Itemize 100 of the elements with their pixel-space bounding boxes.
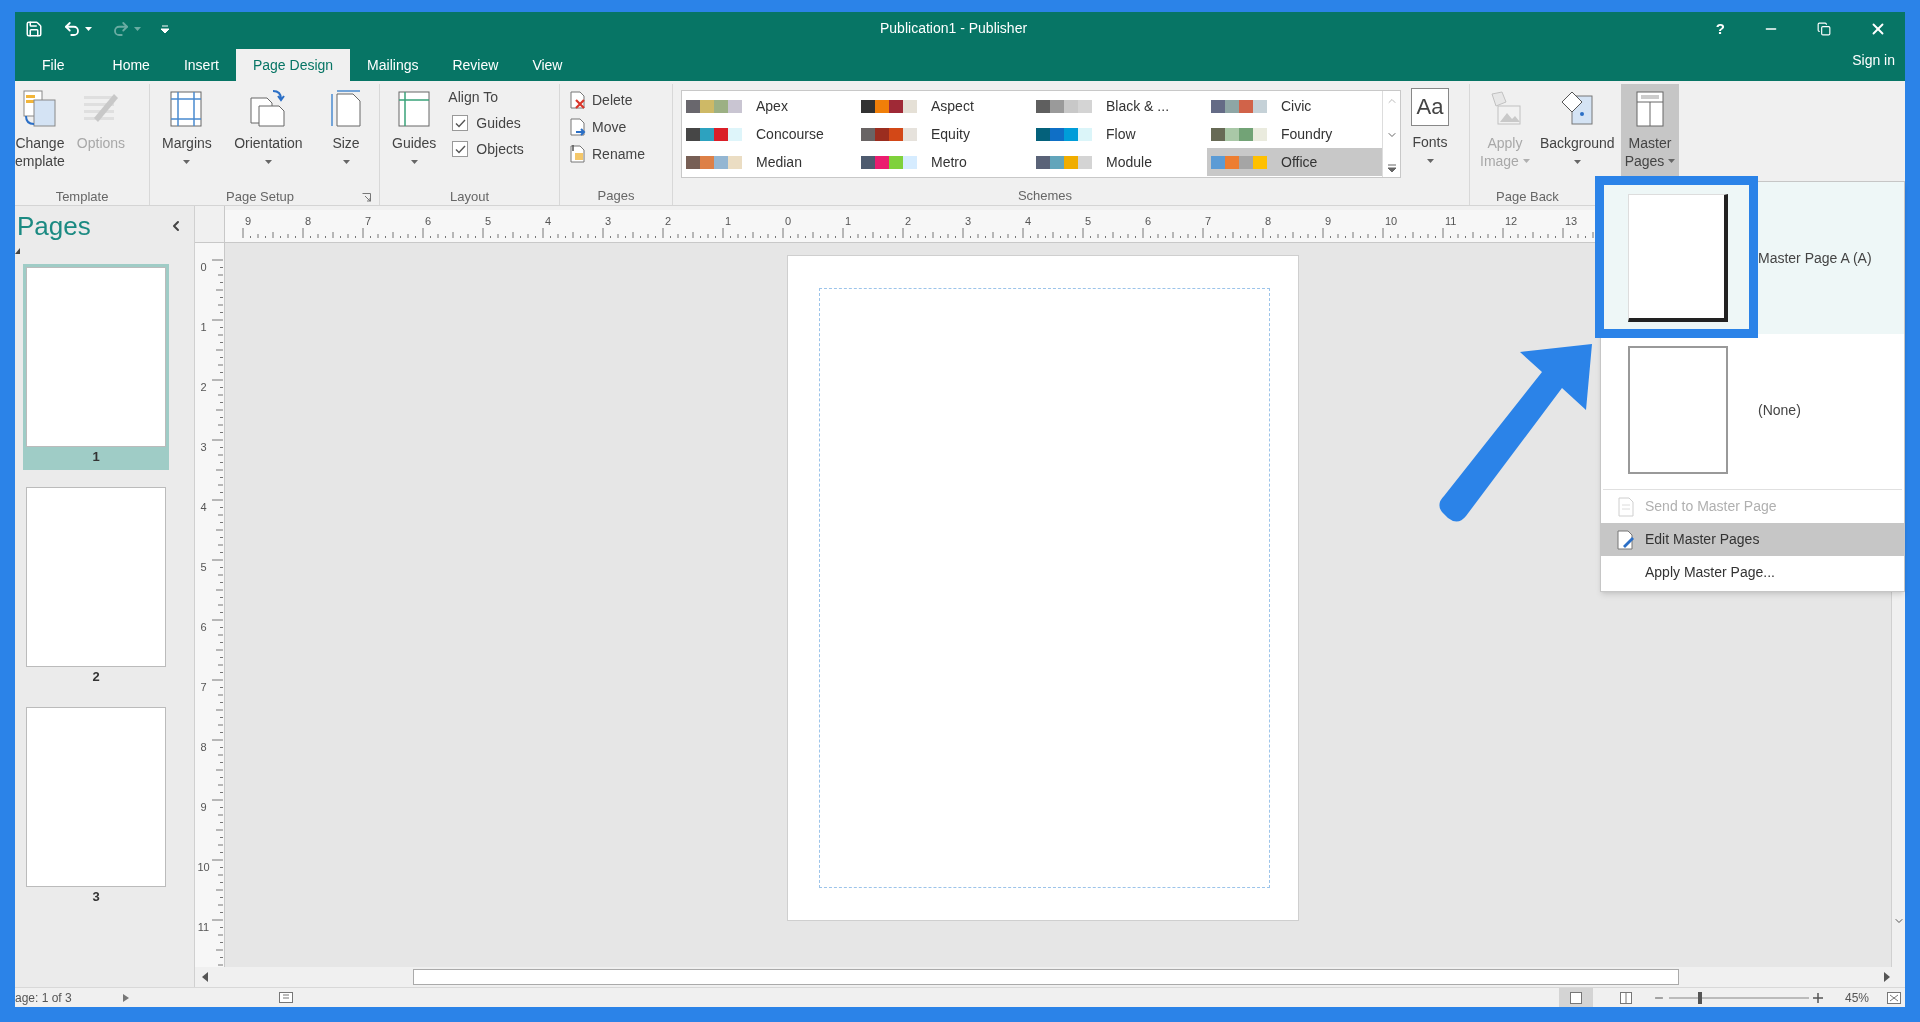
ruler-number: 2 xyxy=(905,215,913,228)
ribbon-tab[interactable]: Review xyxy=(435,49,516,81)
ruler-number: 1 xyxy=(845,215,853,228)
ruler-number: 3 xyxy=(200,441,207,455)
ruler-number: 9 xyxy=(200,801,207,815)
ribbon-button[interactable]: Size xyxy=(321,84,371,188)
ruler-number: 2 xyxy=(200,381,207,395)
checkbox[interactable] xyxy=(452,141,469,157)
ribbon-tab[interactable]: Insert xyxy=(166,49,236,81)
color-scheme-option[interactable]: Aspect xyxy=(857,92,1032,120)
color-scheme-option[interactable]: Median xyxy=(682,148,857,176)
group-label: Page Setup xyxy=(225,188,295,206)
ruler-number: 4 xyxy=(545,215,553,228)
ruler-number: 0 xyxy=(200,261,207,275)
scroll-left-icon[interactable] xyxy=(201,972,209,982)
ruler-number: 8 xyxy=(200,741,207,755)
ruler-number: 12 xyxy=(1505,215,1519,228)
ribbon-button[interactable]: Guides xyxy=(388,84,441,188)
ribbon-button[interactable]: Orientation xyxy=(230,84,307,188)
align-to-label: Align To xyxy=(448,88,499,106)
pages-panel-title: Pages xyxy=(17,213,91,239)
ribbon-button[interactable]: Change emplate xyxy=(15,84,69,188)
ruler-number: 9 xyxy=(245,215,253,228)
ruler-number: 7 xyxy=(1205,215,1213,228)
master-page-option[interactable]: Master Page A (A) xyxy=(1601,182,1904,334)
scrollbar-thumb[interactable] xyxy=(413,969,1679,985)
group-label: Template xyxy=(54,188,110,206)
expand-triangle-icon xyxy=(15,248,20,254)
ruler-number: 6 xyxy=(200,621,207,635)
ribbon-tab[interactable]: View xyxy=(515,49,580,81)
sign-in-link[interactable]: Sign in xyxy=(1852,50,1905,81)
zoom-level[interactable]: 45% xyxy=(1844,991,1869,1004)
ribbon-small-button[interactable]: Move xyxy=(568,117,664,137)
ruler-number: 6 xyxy=(1145,215,1153,228)
color-scheme-option[interactable]: Metro xyxy=(857,148,1032,176)
scroll-right-icon[interactable] xyxy=(1883,972,1891,982)
ruler-number: 10 xyxy=(197,861,210,875)
group-label: Page Back xyxy=(1495,188,1560,206)
checkbox[interactable] xyxy=(452,115,469,131)
group-label: Schemes xyxy=(1016,187,1074,205)
restore-icon[interactable] xyxy=(1817,21,1831,36)
undo-icon[interactable] xyxy=(63,19,81,38)
move-page-icon xyxy=(568,117,588,137)
ruler-number: 3 xyxy=(605,215,613,228)
help-button[interactable]: ? xyxy=(1715,21,1725,36)
master-page-option[interactable]: (None) xyxy=(1601,334,1904,486)
color-scheme-option[interactable]: Apex xyxy=(682,92,857,120)
ruler-number: 8 xyxy=(1265,215,1273,228)
zoom-slider-thumb[interactable] xyxy=(1697,991,1702,1004)
color-scheme-option[interactable]: Civic xyxy=(1207,92,1382,120)
dialog-launcher-icon[interactable] xyxy=(362,192,371,202)
ruler-number: 6 xyxy=(425,215,433,228)
group-label: Pages xyxy=(596,187,636,205)
menu-item[interactable]: Edit Master Pages xyxy=(1601,523,1904,556)
ruler-number: 1 xyxy=(725,215,733,228)
rename-page-icon xyxy=(568,144,588,164)
two-page-icon xyxy=(1619,991,1632,1004)
ruler-number: 13 xyxy=(1565,215,1579,228)
play-icon[interactable] xyxy=(123,993,129,1002)
edit-page-icon xyxy=(1617,529,1635,550)
ruler-number: 7 xyxy=(365,215,373,228)
ruler-number: 0 xyxy=(785,215,793,228)
normal-view-button[interactable] xyxy=(1558,988,1593,1007)
ribbon-button[interactable]: Margins xyxy=(158,84,216,188)
ruler-number: 8 xyxy=(305,215,313,228)
ruler-number: 3 xyxy=(965,215,973,228)
ruler-number: 11 xyxy=(1445,215,1458,228)
customize-caret-icon[interactable] xyxy=(161,24,169,33)
ruler-number: 5 xyxy=(1085,215,1093,228)
more-icon[interactable] xyxy=(1386,163,1397,173)
color-scheme-option[interactable]: Black & ... xyxy=(1032,92,1207,120)
ruler-number: 7 xyxy=(200,681,207,695)
fonts-button[interactable]: Aa Fonts xyxy=(1407,84,1453,187)
zoom-in-icon[interactable] xyxy=(1812,992,1823,1003)
ribbon-tab[interactable]: Home xyxy=(95,49,167,81)
page-view-icon xyxy=(1569,991,1582,1004)
ruler-number: 4 xyxy=(200,501,207,515)
page-thumbnail[interactable]: 1 xyxy=(23,264,169,470)
menu-item[interactable]: Apply Master Page... xyxy=(1601,556,1904,589)
color-scheme-option[interactable]: Office xyxy=(1207,148,1382,176)
fit-page-icon[interactable] xyxy=(1887,991,1901,1004)
color-scheme-option[interactable]: Foundry xyxy=(1207,120,1382,148)
ribbon-small-button[interactable]: Rename xyxy=(568,144,664,164)
checkbox-label: Objects xyxy=(476,140,524,158)
ruler-number: 10 xyxy=(1385,215,1399,228)
color-scheme-option[interactable]: Flow xyxy=(1032,120,1207,148)
ruler-number: 11 xyxy=(197,921,210,935)
caret-icon[interactable] xyxy=(85,26,92,31)
ribbon-tab[interactable]: Mailings xyxy=(350,49,436,81)
save-icon[interactable] xyxy=(25,19,43,38)
ruler-number: 5 xyxy=(200,561,207,575)
ribbon-tab[interactable]: File xyxy=(25,49,82,81)
macro-icon[interactable] xyxy=(279,992,293,1003)
checkbox-label: Guides xyxy=(476,114,521,132)
ruler-number: 2 xyxy=(665,215,673,228)
color-scheme-option[interactable]: Equity xyxy=(857,120,1032,148)
color-scheme-option[interactable]: Module xyxy=(1032,148,1207,176)
ribbon-small-button[interactable]: Delete xyxy=(568,90,664,110)
color-scheme-option[interactable]: Concourse xyxy=(682,120,857,148)
ribbon-tab[interactable]: Page Design xyxy=(235,49,351,81)
